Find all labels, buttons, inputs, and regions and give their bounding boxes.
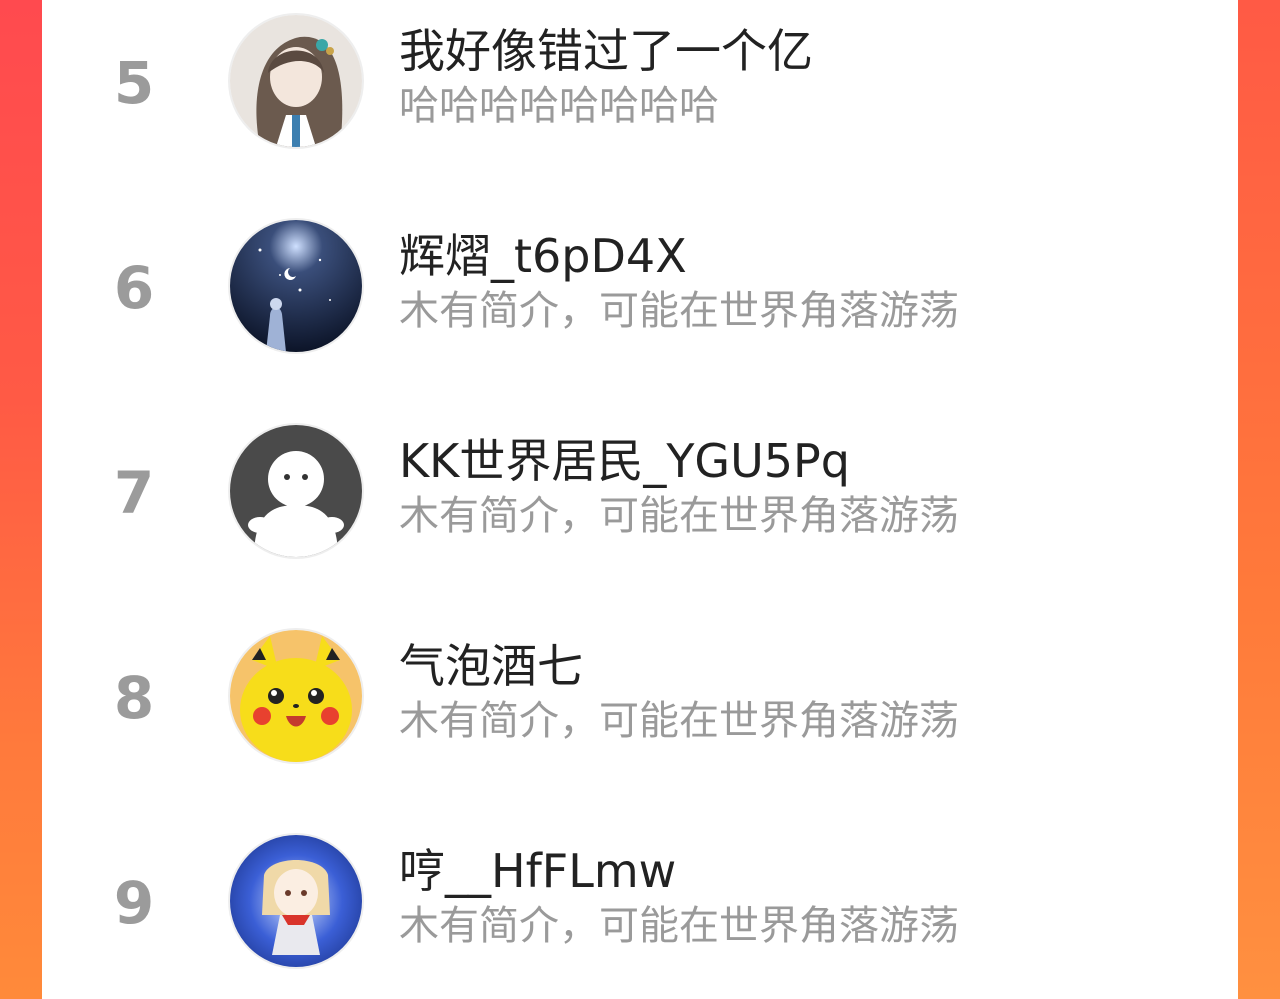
user-description: 木有简介，可能在世界角落游荡: [399, 493, 959, 539]
list-item[interactable]: 5 我好像错过了一个亿 哈哈哈哈哈哈哈哈: [42, 11, 1238, 151]
user-name: 气泡酒七: [399, 639, 583, 693]
rank-number: 8: [113, 664, 155, 732]
list-item[interactable]: 8 气泡酒七 木有简介，可能在世界角落游荡: [42, 626, 1238, 766]
anime-girl-blue-avatar[interactable]: [230, 835, 362, 967]
background-strip: [1238, 0, 1280, 999]
pikachu-avatar[interactable]: [230, 630, 362, 762]
rank-number: 5: [113, 49, 155, 117]
rank-number: 9: [113, 869, 155, 937]
user-name: 哼__HfFLmw: [399, 844, 677, 898]
default-user-avatar[interactable]: [230, 425, 362, 557]
rank-number: 6: [113, 254, 155, 322]
night-sky-avatar[interactable]: [230, 220, 362, 352]
user-description: 木有简介，可能在世界角落游荡: [399, 288, 959, 334]
anime-character-avatar[interactable]: [230, 15, 362, 147]
rank-number: 7: [113, 459, 155, 527]
list-item[interactable]: 6 辉熠_t6pD4X 木有简介，可能在世界角落游荡: [42, 216, 1238, 356]
user-name: 辉熠_t6pD4X: [399, 229, 687, 283]
user-description: 木有简介，可能在世界角落游荡: [399, 698, 959, 744]
list-item[interactable]: 9 哼__HfFLmw 木有简介，可能在世界角落游荡: [42, 831, 1238, 971]
user-name: 我好像错过了一个亿: [399, 24, 813, 78]
user-description: 木有简介，可能在世界角落游荡: [399, 903, 959, 949]
list-item[interactable]: 7 KK世界居民_YGU5Pq 木有简介，可能在世界角落游荡: [42, 421, 1238, 561]
ranking-list: 5 我好像错过了一个亿 哈哈哈哈哈哈哈哈 6 辉熠_t6pD4X 木有简介，可能…: [42, 0, 1238, 999]
user-description: 哈哈哈哈哈哈哈哈: [399, 83, 719, 129]
user-name: KK世界居民_YGU5Pq: [399, 434, 850, 488]
